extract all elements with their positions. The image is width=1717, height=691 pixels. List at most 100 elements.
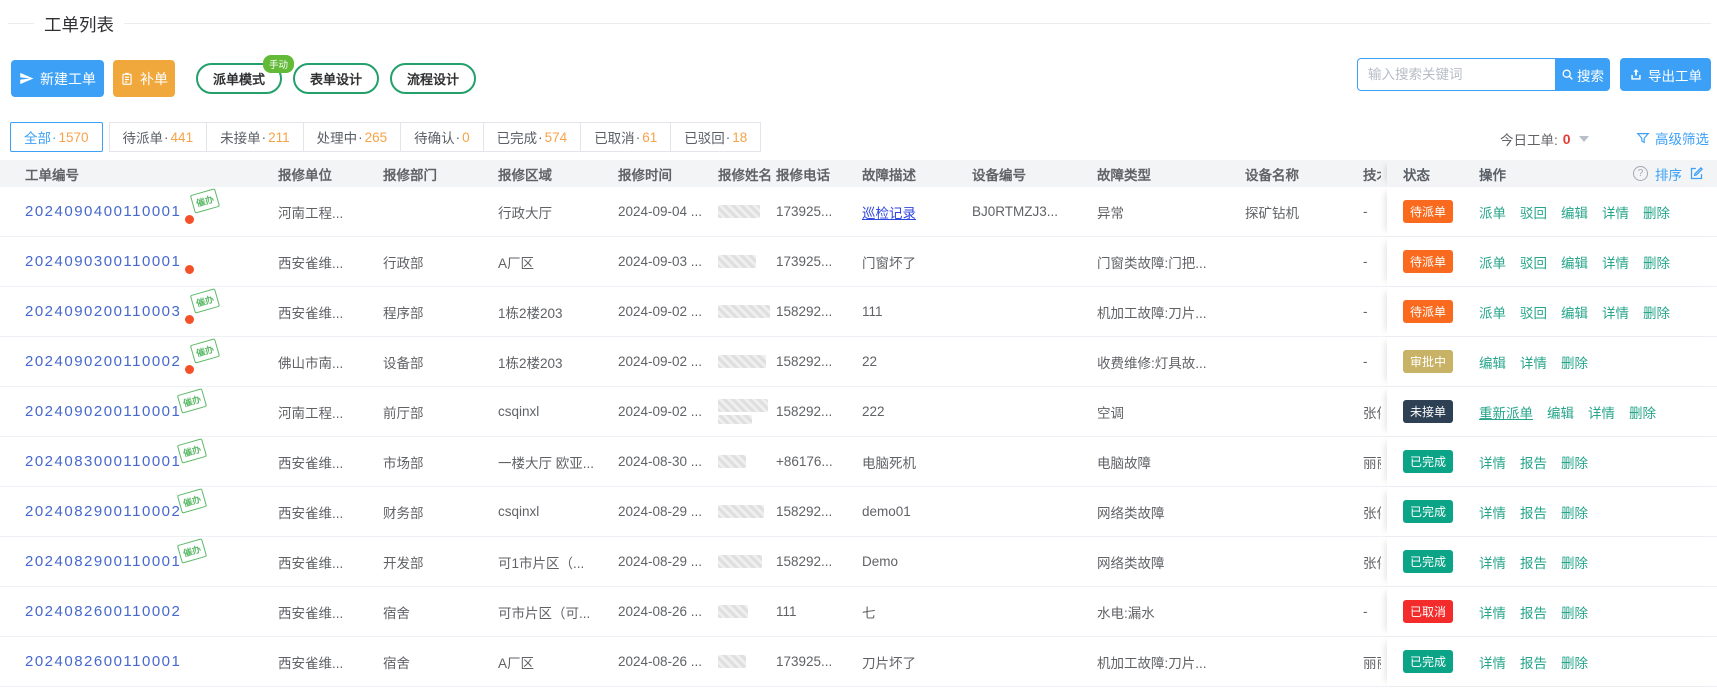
mode-pill[interactable]: 派单模式手动 <box>196 63 282 94</box>
help-icon[interactable]: ? <box>1633 166 1648 181</box>
action-link[interactable]: 编辑 <box>1561 202 1588 222</box>
order-id-link[interactable]: 2024090200110003 <box>25 303 181 320</box>
status-tab[interactable]: 处理中·265 <box>303 122 402 152</box>
caret-down-icon <box>1579 136 1589 142</box>
action-link[interactable]: 驳回 <box>1520 302 1547 322</box>
action-link[interactable]: 删除 <box>1561 352 1588 372</box>
mode-pill[interactable]: 表单设计 <box>293 63 379 94</box>
order-id-link[interactable]: 2024082600110002 <box>25 603 181 620</box>
technician-name: 丽丽 <box>1363 452 1381 472</box>
col-header: 报修时间 <box>618 160 718 187</box>
action-link[interactable]: 详情 <box>1602 202 1629 222</box>
today-orders[interactable]: 今日工单: 0 <box>1500 129 1589 149</box>
cell-report-dept: 市场部 <box>383 437 498 486</box>
cell-device-no <box>972 537 1097 586</box>
action-link[interactable]: 详情 <box>1479 602 1506 622</box>
cell-report-name <box>718 587 776 636</box>
cell-fault-type: 网络类故障 <box>1097 537 1245 586</box>
action-link[interactable]: 详情 <box>1479 652 1506 672</box>
cell-report-dept: 前厅部 <box>383 387 498 436</box>
action-link[interactable]: 详情 <box>1588 402 1615 422</box>
fault-desc-text: 刀片坏了 <box>862 652 916 672</box>
edit-columns-icon[interactable] <box>1689 166 1704 181</box>
cell-device-name <box>1245 437 1363 486</box>
order-id-link[interactable]: 2024090200110001 <box>25 403 181 420</box>
order-id-link[interactable]: 2024083000110001 <box>25 453 181 470</box>
order-id-link[interactable]: 2024090200110002 <box>25 353 181 370</box>
action-link[interactable]: 驳回 <box>1520 202 1547 222</box>
action-link[interactable]: 报告 <box>1520 652 1547 672</box>
action-link[interactable]: 编辑 <box>1547 402 1574 422</box>
row-fixed-panel: 待派单派单驳回编辑详情删除 <box>1387 187 1717 236</box>
action-link[interactable]: 删除 <box>1561 552 1588 572</box>
status-tab[interactable]: 待派单·441 <box>109 122 208 152</box>
action-link[interactable]: 报告 <box>1520 452 1547 472</box>
action-link[interactable]: 删除 <box>1643 252 1670 272</box>
action-link[interactable]: 详情 <box>1602 302 1629 322</box>
action-link[interactable]: 详情 <box>1479 552 1506 572</box>
export-orders-button[interactable]: 导出工单 <box>1620 58 1711 91</box>
technician-name: - <box>1363 254 1381 269</box>
action-link[interactable]: 报告 <box>1520 602 1547 622</box>
cell-technician: 张伟 <box>1363 387 1387 436</box>
mode-pill[interactable]: 流程设计 <box>390 63 476 94</box>
action-link[interactable]: 报告 <box>1520 502 1547 522</box>
action-link[interactable]: 派单 <box>1479 202 1506 222</box>
search-input[interactable] <box>1357 58 1555 91</box>
new-order-button[interactable]: 新建工单 <box>11 60 104 97</box>
action-link[interactable]: 详情 <box>1520 352 1547 372</box>
action-link[interactable]: 删除 <box>1643 302 1670 322</box>
order-id-link[interactable]: 2024082600110001 <box>25 653 181 670</box>
action-link[interactable]: 详情 <box>1602 252 1629 272</box>
order-id-link[interactable]: 2024090400110001 <box>25 203 181 220</box>
cell-technician: - <box>1363 187 1387 236</box>
masked-name <box>718 455 746 468</box>
action-link[interactable]: 派单 <box>1479 252 1506 272</box>
action-link[interactable]: 删除 <box>1561 452 1588 472</box>
cell-report-name <box>718 237 776 286</box>
tab-count: 18 <box>732 130 747 145</box>
action-link[interactable]: 删除 <box>1561 652 1588 672</box>
cell-report-phone: 173925... <box>776 237 862 286</box>
action-link[interactable]: 删除 <box>1561 502 1588 522</box>
table-header-row: 工单编号报修单位报修部门报修区域报修时间报修姓名报修电话故障描述设备编号故障类型… <box>0 160 1717 187</box>
action-link[interactable]: 报告 <box>1520 552 1547 572</box>
cell-report-unit: 西安雀维... <box>278 237 383 286</box>
table-header-left: 工单编号报修单位报修部门报修区域报修时间报修姓名报修电话故障描述设备编号故障类型… <box>0 160 1387 187</box>
status-tab[interactable]: 已驳回·18 <box>670 122 761 152</box>
row-actions: 详情报告删除 <box>1479 537 1717 586</box>
status-tab[interactable]: 全部·1570 <box>10 122 103 152</box>
status-tab[interactable]: 未接单·211 <box>206 122 304 152</box>
action-link[interactable]: 编辑 <box>1561 252 1588 272</box>
action-link[interactable]: 详情 <box>1479 502 1506 522</box>
action-link[interactable]: 详情 <box>1479 452 1506 472</box>
status-tab[interactable]: 已完成·574 <box>483 122 582 152</box>
tab-separator: · <box>52 130 57 145</box>
action-link[interactable]: 编辑 <box>1561 302 1588 322</box>
action-link[interactable]: 编辑 <box>1479 352 1506 372</box>
advanced-filter-button[interactable]: 高级筛选 <box>1636 128 1709 148</box>
cell-report-area: 可1市片区（... <box>498 537 618 586</box>
order-id-link[interactable]: 2024082900110002 <box>25 503 181 520</box>
masked-name <box>718 255 756 268</box>
tab-count: 1570 <box>59 130 89 145</box>
action-link[interactable]: 删除 <box>1629 402 1656 422</box>
order-id-link[interactable]: 2024090300110001 <box>25 253 181 270</box>
action-link[interactable]: 重新派单 <box>1479 402 1533 422</box>
action-link[interactable]: 删除 <box>1561 602 1588 622</box>
status-tab[interactable]: 待确认·0 <box>400 122 484 152</box>
action-link[interactable]: 驳回 <box>1520 252 1547 272</box>
sort-button[interactable]: 排序 <box>1655 164 1682 184</box>
urge-stamp-icon: 催办 <box>190 288 220 313</box>
order-id-link[interactable]: 2024082900110001 <box>25 553 181 570</box>
status-tab[interactable]: 已取消·61 <box>580 122 671 152</box>
tab-label: 已驳回 <box>684 127 725 147</box>
col-header-label: 设备名称 <box>1245 164 1299 184</box>
action-link[interactable]: 派单 <box>1479 302 1506 322</box>
search-button[interactable]: 搜索 <box>1555 58 1610 91</box>
cell-fault-desc: 巡检记录 <box>862 187 972 236</box>
supplement-order-button[interactable]: 补单 <box>113 60 175 97</box>
col-header-label: 报修单位 <box>278 164 332 184</box>
action-link[interactable]: 删除 <box>1643 202 1670 222</box>
inspection-record-link[interactable]: 巡检记录 <box>862 202 916 222</box>
